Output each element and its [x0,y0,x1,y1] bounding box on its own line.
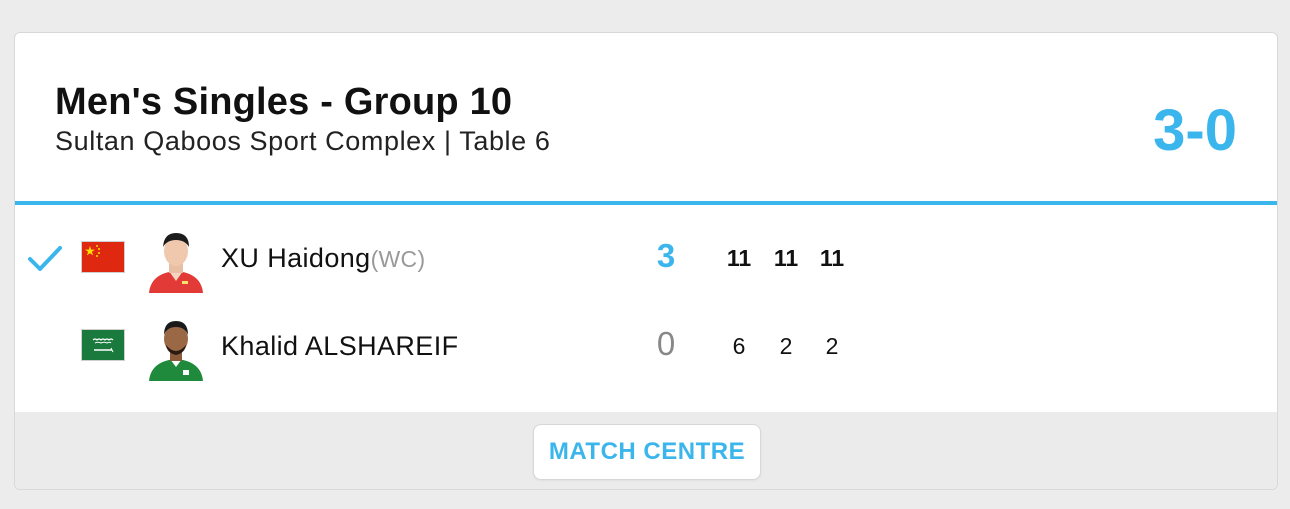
winner-check-icon [28,246,62,271]
player-name-row[interactable]: Khalid ALSHAREIF [221,331,459,362]
overall-score: 3-0 [1153,98,1237,163]
match-title: Men's Singles - Group 10 [55,81,513,123]
sets-won: 0 [656,325,676,362]
player-avatar [145,227,207,293]
player-name-row[interactable]: XU Haidong(WC) [221,243,425,274]
card-footer: MATCH CENTRE [15,412,1277,489]
game-score: 6 [732,333,746,359]
player-avatar [145,315,207,381]
player-row: XU Haidong(WC) 3 11 11 11 [15,229,1277,293]
player-tag: (WC) [370,246,426,272]
player-row: Khalid ALSHAREIF 0 6 2 2 [15,317,1277,381]
match-centre-button[interactable]: MATCH CENTRE [533,424,761,480]
game-score: 2 [825,333,839,359]
header-divider [15,201,1277,205]
match-venue: Sultan Qaboos Sport Complex | Table 6 [55,126,551,156]
game-score: 11 [726,245,752,271]
player-name[interactable]: Khalid ALSHAREIF [221,331,459,361]
match-card: Men's Singles - Group 10 Sultan Qaboos S… [14,32,1278,490]
player-name[interactable]: XU Haidong [221,243,371,273]
game-score: 11 [773,245,799,271]
game-score: 2 [779,333,793,359]
saudi-arabia-flag-icon [81,329,125,361]
game-score: 11 [819,245,845,271]
china-flag-icon [81,241,125,273]
match-header: Men's Singles - Group 10 Sultan Qaboos S… [15,33,1277,201]
sets-won: 3 [656,237,676,274]
